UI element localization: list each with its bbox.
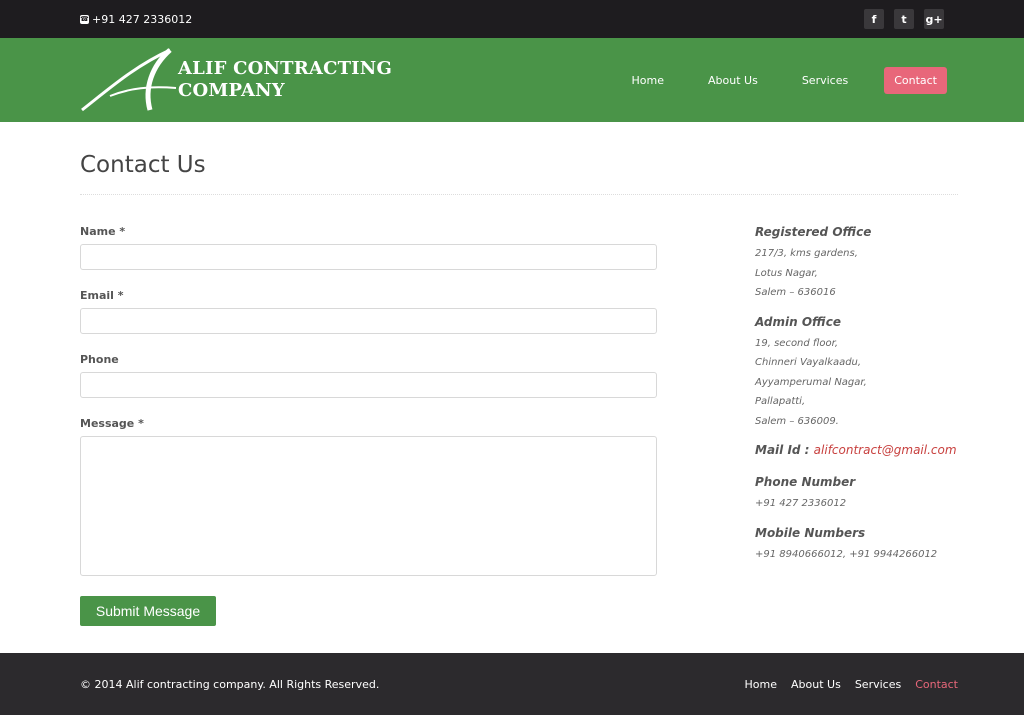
logo[interactable]: ALIF CONTRACTING COMPANY — [80, 48, 392, 112]
phone-label: Phone — [80, 353, 119, 366]
mail-link[interactable]: alifcontract@gmail.com — [814, 443, 957, 457]
footer-nav-about-us[interactable]: About Us — [791, 678, 841, 691]
copyright: © 2014 Alif contracting company. All Rig… — [80, 677, 380, 691]
site-footer: © 2014 Alif contracting company. All Rig… — [0, 653, 1024, 715]
name-label: Name * — [80, 225, 126, 238]
admin-line: Ayyamperumal Nagar, — [755, 376, 867, 388]
social-links: f t g+ — [864, 9, 944, 29]
contact-form: Name * Email * Phone Message * Submit Me… — [80, 225, 657, 626]
mail-id: Mail Id : alifcontract@gmail.com — [755, 443, 958, 457]
mobile-numbers: Mobile Numbers +91 8940666012, +91 99442… — [755, 526, 958, 565]
admin-office-title: Admin Office — [755, 314, 841, 329]
phone-icon: ☎ — [80, 14, 89, 24]
footer-nav: Home About Us Services Contact — [745, 678, 958, 691]
email-input[interactable] — [80, 308, 657, 334]
contact-content: Name * Email * Phone Message * Submit Me… — [80, 225, 958, 626]
page-title: Contact Us — [80, 152, 958, 195]
registered-office-title: Registered Office — [755, 225, 872, 239]
top-phone: ☎ +91 427 2336012 — [80, 13, 192, 26]
admin-line: Pallapatti, — [755, 396, 806, 407]
registered-line: Lotus Nagar, — [755, 267, 818, 279]
facebook-icon[interactable]: f — [864, 9, 884, 29]
logo-a-icon — [81, 48, 177, 112]
registered-line: 217/3, kms gardens, — [755, 248, 858, 259]
admin-line: 19, second floor, — [755, 337, 838, 349]
phone-number-title: Phone Number — [755, 475, 856, 489]
top-phone-number: +91 427 2336012 — [92, 12, 193, 26]
registered-office: Registered Office 217/3, kms gardens, Lo… — [755, 225, 958, 303]
email-label: Email * — [80, 289, 124, 302]
footer-nav-contact[interactable]: Contact — [915, 678, 958, 691]
admin-line: Chinneri Vayalkaadu, — [755, 357, 862, 368]
mail-label: Mail Id : — [755, 443, 810, 457]
phone-input[interactable] — [80, 372, 657, 398]
logo-text: ALIF CONTRACTING COMPANY — [178, 58, 392, 102]
main-content: Contact Us Name * Email * Phone Message … — [0, 122, 1024, 653]
admin-line: Salem – 636009. — [755, 415, 839, 427]
top-bar: ☎ +91 427 2336012 f t g+ — [0, 0, 1024, 38]
phone-number-value: +91 427 2336012 — [755, 498, 847, 509]
site-header: ALIF CONTRACTING COMPANY Home About Us S… — [0, 38, 1024, 122]
phone-number: Phone Number +91 427 2336012 — [755, 475, 958, 514]
mobile-numbers-title: Mobile Numbers — [755, 525, 866, 540]
twitter-icon[interactable]: t — [894, 9, 914, 29]
admin-office: Admin Office 19, second floor, Chinneri … — [755, 315, 958, 432]
logo-line-1: ALIF CONTRACTING — [178, 58, 393, 79]
name-input[interactable] — [80, 244, 657, 270]
main-nav: Home About Us Services Contact — [610, 66, 947, 95]
message-label: Message * — [80, 417, 144, 430]
nav-services[interactable]: Services — [780, 66, 870, 95]
nav-about-us[interactable]: About Us — [686, 66, 780, 95]
registered-line: Salem – 636016 — [755, 287, 836, 298]
mobile-numbers-value: +91 8940666012, +91 9944266012 — [755, 548, 938, 560]
submit-message-button[interactable]: Submit Message — [80, 596, 216, 626]
nav-contact[interactable]: Contact — [884, 66, 947, 94]
footer-nav-services[interactable]: Services — [855, 678, 901, 691]
footer-nav-home[interactable]: Home — [745, 678, 777, 691]
message-textarea[interactable] — [80, 436, 657, 576]
contact-info: Registered Office 217/3, kms gardens, Lo… — [755, 225, 958, 626]
googleplus-icon[interactable]: g+ — [924, 9, 944, 29]
nav-home[interactable]: Home — [610, 66, 686, 95]
logo-line-2: COMPANY — [178, 80, 285, 101]
